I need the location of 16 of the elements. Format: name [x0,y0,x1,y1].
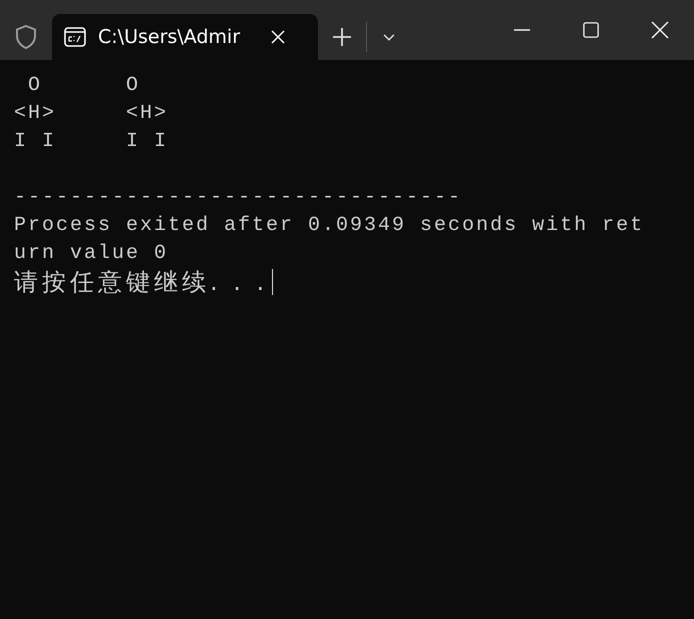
terminal-tab[interactable]: C:\Users\Admir [52,14,318,60]
maximize-icon [582,22,598,38]
console-line: Process exited after 0.09349 seconds with ret [14,213,644,239]
console-line: 请按任意键继续. . . [14,268,268,296]
console-line: <H> <H> [14,101,168,127]
close-icon [650,21,668,39]
console-line: urn value 0 [14,241,168,267]
close-icon [270,29,286,45]
console-line: O O [27,73,140,99]
console-line: -------------------------------- [14,185,462,211]
console-line: I I I I [14,129,168,155]
minimize-icon [512,29,530,31]
shield-icon[interactable] [15,25,37,49]
tab-title: C:\Users\Admir [98,26,241,48]
console-icon [64,27,86,47]
plus-icon [332,27,352,47]
